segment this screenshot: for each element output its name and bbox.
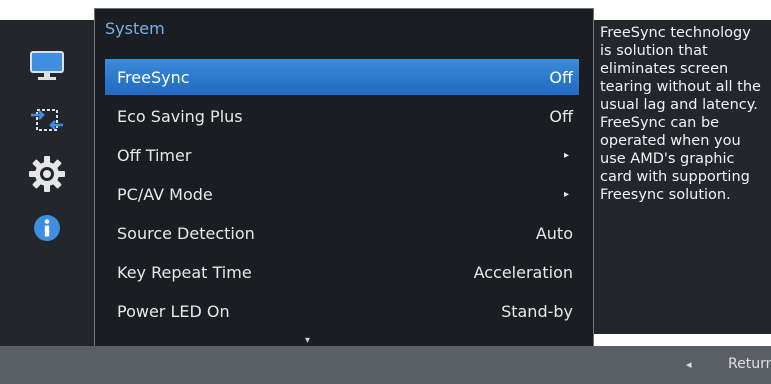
sidebar-item-support[interactable] <box>0 202 94 254</box>
swap-arrows-icon <box>31 109 63 131</box>
menu-item-label: Eco Saving Plus <box>117 106 243 126</box>
menu-item-value: Auto <box>535 223 573 243</box>
sidebar-item-picture[interactable] <box>0 40 94 92</box>
info-icon <box>34 215 60 241</box>
system-menu-panel: System FreeSync Off Eco Saving Plus Off … <box>94 8 594 348</box>
menu-item-label: Source Detection <box>117 223 255 243</box>
menu-item-value: Acceleration <box>473 262 573 282</box>
menu-item-label: FreeSync <box>117 67 190 87</box>
menu-item-power-led-on[interactable]: Power LED On Stand-by <box>105 293 579 329</box>
gear-icon <box>29 156 65 192</box>
menu-item-value: Off <box>549 106 573 126</box>
monitor-icon <box>30 51 64 80</box>
menu-item-freesync[interactable]: FreeSync Off <box>105 59 579 95</box>
sidebar-item-system[interactable] <box>0 148 94 200</box>
menu-item-eco-saving-plus[interactable]: Eco Saving Plus Off <box>105 98 579 134</box>
menu-item-label: Off Timer <box>117 145 192 165</box>
return-button[interactable]: Return <box>728 356 771 372</box>
menu-title: System <box>105 19 165 38</box>
bottom-bar: ◂ Return <box>0 346 771 384</box>
description-panel: FreeSync technology is solution that eli… <box>594 20 771 334</box>
menu-item-label: Power LED On <box>117 301 230 321</box>
menu-item-pc-av-mode[interactable]: PC/AV Mode ▸ <box>105 176 579 212</box>
menu-item-value: Stand-by <box>501 301 573 321</box>
menu-item-label: Key Repeat Time <box>117 262 252 282</box>
menu-item-label: PC/AV Mode <box>117 184 213 204</box>
menu-item-off-timer[interactable]: Off Timer ▸ <box>105 137 579 173</box>
submenu-arrow-icon: ▸ <box>563 149 569 161</box>
scroll-down-icon[interactable]: ▾ <box>305 335 310 346</box>
osd-screen: System FreeSync Off Eco Saving Plus Off … <box>0 0 771 384</box>
menu-item-source-detection[interactable]: Source Detection Auto <box>105 215 579 251</box>
return-arrow-icon[interactable]: ◂ <box>686 358 692 371</box>
category-sidebar <box>0 20 94 346</box>
menu-item-key-repeat-time[interactable]: Key Repeat Time Acceleration <box>105 254 579 290</box>
menu-item-value: Off <box>549 67 573 87</box>
submenu-arrow-icon: ▸ <box>563 188 569 200</box>
sidebar-item-onscreen-display[interactable] <box>0 94 94 146</box>
